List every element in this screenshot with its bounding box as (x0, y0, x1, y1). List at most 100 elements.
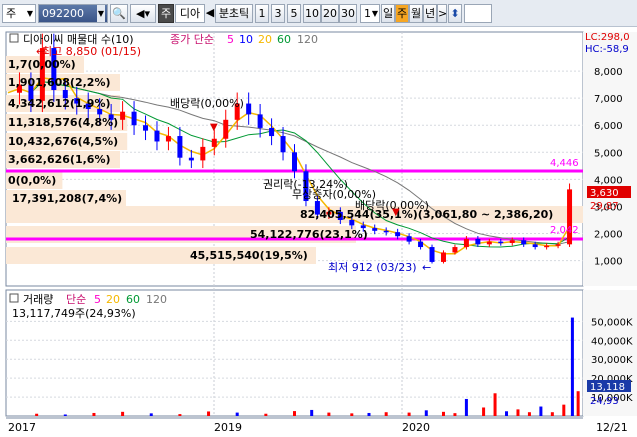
x-label-2019: 2019 (214, 421, 242, 434)
search-button[interactable]: 🔍 (110, 4, 128, 23)
low-note: 최저 912 (03/23) (328, 261, 417, 274)
candle-body (544, 245, 550, 248)
stock-name-field[interactable]: 디아이 (175, 4, 205, 23)
volume-bar (310, 409, 314, 416)
candle-body (200, 146, 206, 161)
volume-profile-label: 17,391,208(7,4%) (12, 192, 122, 205)
volume-bar (493, 393, 497, 416)
tab-daily[interactable]: 일 (381, 4, 395, 23)
volume-profile-label: 1,7(0,00%) (8, 58, 76, 71)
range-button-3[interactable]: 3 (271, 4, 285, 23)
volume-bar (527, 412, 531, 416)
volume-profile-label: 45,515,540(19,5%) (190, 249, 308, 262)
minute-tick-button[interactable]: 분초틱 (215, 4, 253, 23)
candle-body (567, 189, 573, 245)
pane-checkbox[interactable] (9, 293, 19, 303)
candle-body (257, 114, 263, 128)
candle-body (395, 232, 401, 237)
volume-profile-label: 4,342,612(1,9%) (8, 97, 111, 110)
prev-arrow-icon[interactable]: ◀ (205, 4, 215, 23)
volume-bar (63, 414, 67, 416)
sort-arrows-icon[interactable]: ⬍ (448, 4, 462, 23)
volume-profile-label: 0(0,0%) (8, 174, 56, 187)
price-y-tick: 7,000 (594, 94, 623, 105)
volume-bar (327, 412, 331, 416)
count-select[interactable]: 1 ▼ (360, 4, 380, 23)
price-y-tick: 1,000 (594, 257, 623, 268)
sound-button[interactable]: ◀▾ (130, 4, 156, 23)
stock-chart: 디아이씨 매물대 수(10) 종가 단순 5 10 20 60 120 최고 8… (0, 28, 637, 437)
arrow-down-icon: ▼ (392, 207, 400, 218)
range-button-20[interactable]: 20 (321, 4, 339, 23)
tab-weekly[interactable]: 주 (395, 4, 409, 23)
x-label-2020: 2020 (402, 421, 430, 434)
ma-period-60: 60 (277, 33, 291, 46)
high-note: 최고 8,850 (01/15) (42, 45, 141, 58)
volume-bar (464, 398, 468, 416)
market-select[interactable]: 주 ▼ (2, 4, 36, 23)
volume-bar (235, 412, 239, 416)
candle-body (440, 252, 446, 262)
arrow-down-icon: ▼ (210, 122, 218, 133)
tab-monthly[interactable]: 월 (409, 4, 423, 23)
extra-input[interactable] (464, 4, 492, 23)
volume-bar (441, 411, 445, 416)
candle-body (211, 138, 217, 147)
volume-bar (92, 412, 96, 416)
range-button-10[interactable]: 10 (303, 4, 321, 23)
candle-body (292, 152, 297, 172)
ma-period-120: 120 (297, 33, 318, 46)
pane-checkbox[interactable] (9, 33, 19, 43)
volume-bar (350, 413, 354, 416)
candle-body (532, 244, 538, 248)
x-axis (0, 418, 637, 437)
ma-period-5: 5 (227, 33, 234, 46)
price-y-tick: 2,000 (594, 230, 623, 241)
volume-pct-tag: 24,93 (590, 396, 619, 407)
arrow-left-icon: ← (36, 45, 45, 58)
stock-name-value: 디아이 (179, 7, 201, 20)
volume-bar (384, 412, 388, 416)
stock-code-input[interactable]: 092200 ▼ (38, 4, 108, 23)
candle-body (269, 127, 275, 137)
volume-profile-label: 3,662,626(1,6%) (8, 153, 111, 166)
volume-profile-label: 1,901,608(2,2%) (8, 76, 111, 89)
candle-body (223, 119, 229, 139)
volume-bar (424, 410, 428, 416)
candle-body (131, 111, 137, 126)
candle-body (372, 228, 378, 231)
volume-profile-label: 10,432,676(4,5%) (8, 135, 118, 148)
next-arrow-icon[interactable]: > (437, 4, 447, 23)
vol-ma-period-5: 5 (94, 293, 101, 306)
arrow-left-icon: ← (422, 261, 431, 274)
chevron-down-icon: ▼ (26, 9, 33, 18)
range-button-30[interactable]: 30 (339, 4, 357, 23)
candle-body (280, 136, 286, 153)
candle-body (246, 103, 252, 115)
candle-body (498, 241, 504, 244)
volume-bar (293, 411, 296, 416)
volume-bar (562, 404, 566, 416)
price-y-tick: 6,000 (594, 121, 623, 132)
pct-tag: 29,87 (590, 201, 619, 212)
upper-hline-value: 4,446 (550, 158, 579, 169)
volume-bar (550, 412, 554, 416)
candle-body (463, 238, 469, 248)
chart-toolbar: 주▼ 092200▼ 🔍 ◀▾ 주 디아이 ◀ 분초틱 1 3 5 10 20 … (0, 0, 637, 27)
range-button-5[interactable]: 5 (287, 4, 301, 23)
speaker-icon: ◀▾ (136, 7, 150, 20)
lc-label: LC:298,0 (585, 32, 630, 43)
volume-bar (453, 413, 457, 416)
candle-body (188, 157, 194, 161)
tab-yearly[interactable]: 년 (423, 4, 437, 23)
range-button-1[interactable]: 1 (255, 4, 269, 23)
candle-body (555, 244, 561, 246)
chevron-down-icon: ▼ (371, 9, 378, 18)
candle-body (406, 236, 412, 242)
candle-body (521, 240, 527, 245)
x-label-end: 12/21 (596, 421, 628, 434)
volume-bar (505, 411, 509, 416)
price-y-tick: 4,000 (594, 175, 623, 186)
volume-bar (516, 409, 520, 416)
event-dividend-1: 배당락(0,00%) (170, 97, 244, 110)
